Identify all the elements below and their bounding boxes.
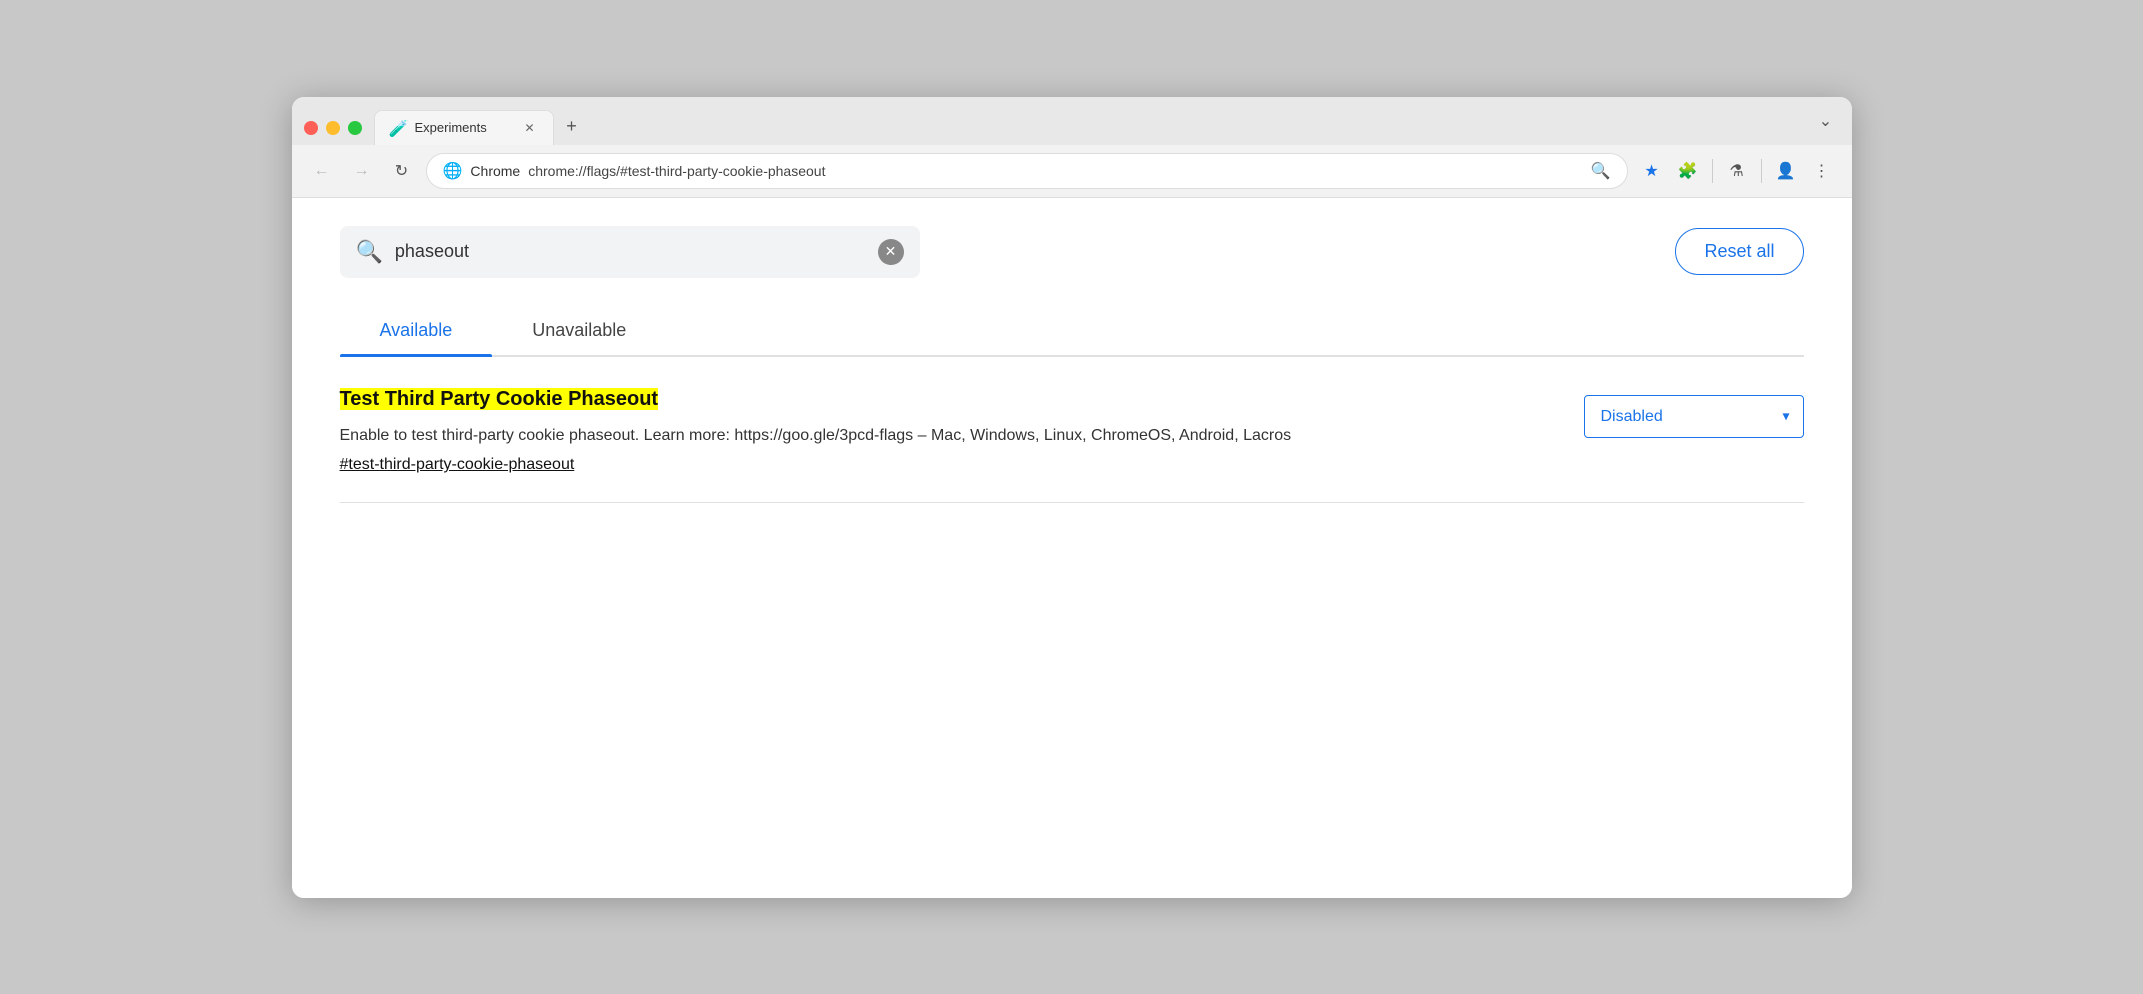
tab-title: Experiments: [415, 120, 513, 135]
flag-title: Test Third Party Cookie Phaseout: [340, 388, 659, 410]
new-tab-button[interactable]: +: [558, 113, 586, 141]
flag-info: Test Third Party Cookie Phaseout Enable …: [340, 385, 1552, 475]
back-button[interactable]: ←: [306, 155, 338, 187]
tab-unavailable[interactable]: Unavailable: [492, 306, 666, 355]
maximize-button[interactable]: [348, 121, 362, 135]
tabs-area: Available Unavailable: [340, 306, 1804, 357]
tab-close-button[interactable]: ✕: [521, 119, 539, 137]
more-menu-button[interactable]: ⋮: [1806, 155, 1838, 187]
tab-icon: 🧪: [389, 119, 407, 137]
flag-control: Default Enabled Disabled ▾: [1584, 385, 1804, 438]
bookmark-star-button[interactable]: ★: [1636, 155, 1668, 187]
nav-divider: [1712, 159, 1713, 183]
title-bar: 🧪 Experiments ✕ + ⌄: [292, 97, 1852, 145]
search-input[interactable]: [395, 241, 866, 262]
flag-select-wrapper[interactable]: Default Enabled Disabled ▾: [1584, 395, 1804, 438]
extensions-button[interactable]: 🧩: [1672, 155, 1704, 187]
forward-button[interactable]: →: [346, 155, 378, 187]
flags-search-box[interactable]: 🔍 ✕: [340, 226, 920, 278]
nav-divider-2: [1761, 159, 1762, 183]
tab-overflow-button[interactable]: ⌄: [1812, 107, 1840, 135]
browser-window: 🧪 Experiments ✕ + ⌄ ← → ↻ 🌐 Chrome chrom…: [292, 97, 1852, 898]
close-button[interactable]: [304, 121, 318, 135]
nav-actions: ★ 🧩 ⚗ 👤 ⋮: [1636, 155, 1838, 187]
page-content: 🔍 ✕ Reset all Available Unavailable Test…: [292, 198, 1852, 898]
flag-item: Test Third Party Cookie Phaseout Enable …: [340, 357, 1804, 504]
search-clear-button[interactable]: ✕: [878, 239, 904, 265]
tab-available[interactable]: Available: [340, 306, 493, 355]
minimize-button[interactable]: [326, 121, 340, 135]
search-area: 🔍 ✕ Reset all: [340, 226, 1804, 278]
flag-description: Enable to test third-party cookie phaseo…: [340, 423, 1552, 449]
flag-anchor-link[interactable]: #test-third-party-cookie-phaseout: [340, 456, 1552, 474]
chrome-label: Chrome: [470, 163, 520, 179]
chrome-logo-icon: 🌐: [443, 161, 463, 181]
flag-status-select[interactable]: Default Enabled Disabled: [1584, 395, 1804, 438]
traffic-lights: [304, 121, 362, 135]
search-magnify-icon: 🔍: [1591, 161, 1611, 181]
profile-button[interactable]: 👤: [1770, 155, 1802, 187]
address-bar[interactable]: 🌐 Chrome chrome://flags/#test-third-part…: [426, 153, 1628, 189]
reset-all-button[interactable]: Reset all: [1675, 228, 1803, 275]
labs-button[interactable]: ⚗: [1721, 155, 1753, 187]
nav-bar: ← → ↻ 🌐 Chrome chrome://flags/#test-thir…: [292, 145, 1852, 198]
search-icon: 🔍: [356, 239, 383, 265]
refresh-button[interactable]: ↻: [386, 155, 418, 187]
url-text: chrome://flags/#test-third-party-cookie-…: [528, 163, 1582, 179]
active-tab[interactable]: 🧪 Experiments ✕: [374, 110, 554, 145]
